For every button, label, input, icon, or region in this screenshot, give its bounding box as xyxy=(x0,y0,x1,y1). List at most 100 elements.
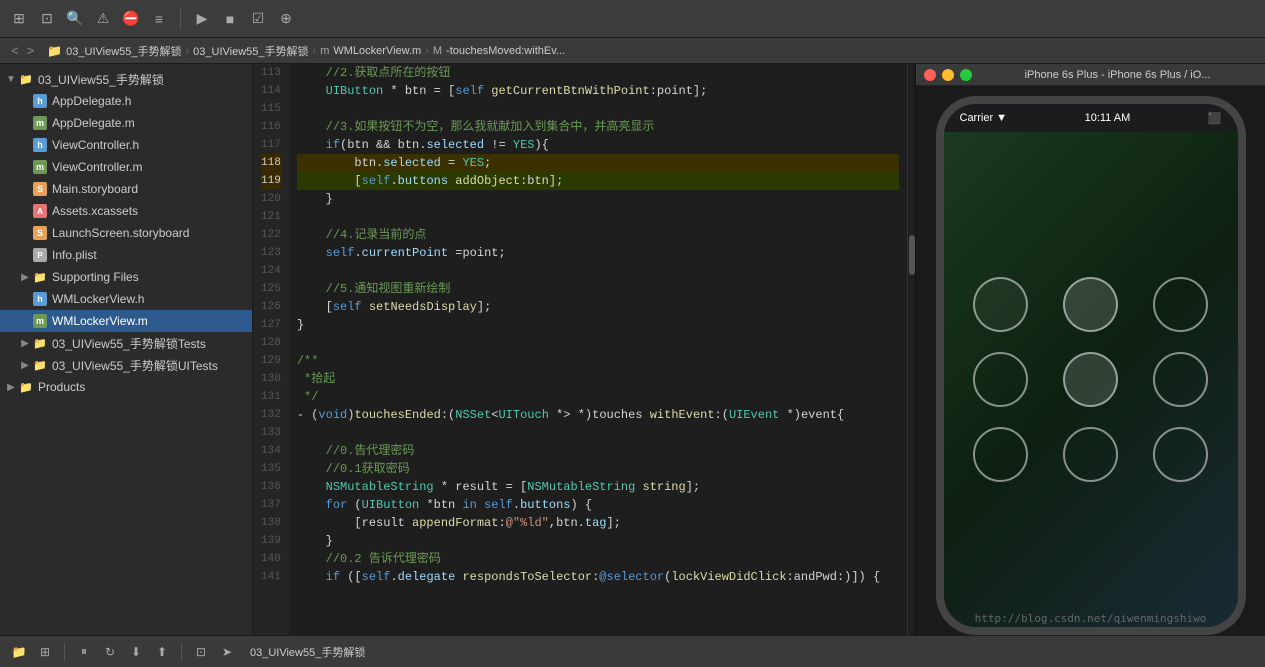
sidebar-item-appdelegate-m[interactable]: m AppDelegate.m xyxy=(0,112,252,134)
sidebar-label-wmlocker-h: WMLockerView.h xyxy=(52,292,144,306)
sidebar-item-label-root: 03_UIView55_手势解锁 xyxy=(38,71,164,88)
run-icon[interactable]: ▶ xyxy=(191,8,213,30)
list-icon[interactable]: ≡ xyxy=(148,8,170,30)
ln-136: 136 xyxy=(261,478,281,496)
sidebar-item-main-storyboard[interactable]: S Main.storyboard xyxy=(0,178,252,200)
sidebar-item-uitests[interactable]: ▶ 📁 03_UIView55_手势解锁UITests xyxy=(0,354,252,376)
folder-icon-products: 📁 xyxy=(18,380,34,394)
sidebar-item-wmlocker-h[interactable]: h WMLockerView.h xyxy=(0,288,252,310)
lock-circle-1-1[interactable] xyxy=(973,277,1028,332)
sidebar-label-products: Products xyxy=(38,380,85,394)
bottom-up-icon[interactable]: ⬆ xyxy=(151,641,173,663)
bottom-split-icon[interactable]: ⊡ xyxy=(190,641,212,663)
bottom-pause-icon[interactable]: ⏸ xyxy=(73,641,95,663)
breadcrumb-item-3[interactable]: -touchesMoved:withEv... xyxy=(446,45,565,57)
code-lines[interactable]: //2.获取点所在的按钮 UIButton * btn = [self getC… xyxy=(289,64,907,635)
m-icon-wmlocker: m xyxy=(32,314,48,328)
sidebar-item-info-plist[interactable]: P Info.plist xyxy=(0,244,252,266)
xcassets-icon: A xyxy=(32,204,48,218)
lock-circle-3-3[interactable] xyxy=(1153,427,1208,482)
bottom-step-icon[interactable]: ↻ xyxy=(99,641,121,663)
bottom-filter-icon[interactable]: ⊞ xyxy=(34,641,56,663)
editor-scrollbar[interactable] xyxy=(907,64,915,635)
lock-circle-2-1[interactable] xyxy=(973,352,1028,407)
breadcrumb-item-0[interactable]: 03_UIView55_手势解锁 xyxy=(66,43,181,59)
code-line-134: //0.告代理密码 xyxy=(297,442,899,460)
bottom-sep-2 xyxy=(181,643,182,661)
ln-114: 114 xyxy=(261,82,281,100)
m-icon-vc: m xyxy=(32,160,48,174)
sidebar-item-root[interactable]: ▼ 📁 03_UIView55_手势解锁 xyxy=(0,68,252,90)
code-line-114: UIButton * btn = [self getCurrentBtnWith… xyxy=(297,82,899,100)
scheme-icon[interactable]: ⊡ xyxy=(36,8,58,30)
ln-137: 137 xyxy=(261,496,281,514)
phone-screen[interactable] xyxy=(944,132,1238,627)
code-line-122: //4.记录当前的点 xyxy=(297,226,899,244)
lock-circle-1-3[interactable] xyxy=(1153,277,1208,332)
toggle-tests[interactable]: ▶ xyxy=(18,336,32,350)
ln-125: 125 xyxy=(261,280,281,298)
breadcrumb-back[interactable]: < xyxy=(8,43,22,58)
ln-131: 131 xyxy=(261,388,281,406)
new-window-icon[interactable]: ⊞ xyxy=(8,8,30,30)
lock-circle-2-3[interactable] xyxy=(1153,352,1208,407)
warning-icon[interactable]: ⚠ xyxy=(92,8,114,30)
code-line-118: btn.selected = YES; xyxy=(297,154,899,172)
breadcrumb-forward[interactable]: > xyxy=(24,43,38,58)
lock-circle-2-2[interactable] xyxy=(1063,352,1118,407)
code-line-138: [result appendFormat:@"%ld",btn.tag]; xyxy=(297,514,899,532)
sidebar-item-products[interactable]: ▶ 📁 Products xyxy=(0,376,252,398)
scheme-selector[interactable]: ☑ xyxy=(247,8,269,30)
code-line-121 xyxy=(297,208,899,226)
lock-circle-3-1[interactable] xyxy=(973,427,1028,482)
breadcrumb-item-2[interactable]: WMLockerView.m xyxy=(333,45,421,57)
bottom-nav-icon[interactable]: ➤ xyxy=(216,641,238,663)
breadcrumb-sep-1: › xyxy=(313,45,317,57)
toggle-uitests[interactable]: ▶ xyxy=(18,358,32,372)
sidebar-item-wmlocker-m[interactable]: m WMLockerView.m xyxy=(0,310,252,332)
breadcrumb-sep-2: › xyxy=(425,45,429,57)
code-line-132: - (void)touchesEnded:(NSSet<UITouch *> *… xyxy=(297,406,899,424)
sidebar-item-appdelegate-h[interactable]: h AppDelegate.h xyxy=(0,90,252,112)
sidebar-label-viewcontroller-h: ViewController.h xyxy=(52,138,139,152)
code-line-129: /** xyxy=(297,352,899,370)
toggle-root[interactable]: ▼ xyxy=(4,72,18,86)
sim-maximize-btn[interactable] xyxy=(960,69,972,81)
sim-close-btn[interactable] xyxy=(924,69,936,81)
m-icon-appdelegate: m xyxy=(32,116,48,130)
ln-121: 121 xyxy=(261,208,281,226)
ln-128: 128 xyxy=(261,334,281,352)
stop-icon[interactable]: ■ xyxy=(219,8,241,30)
error-icon[interactable]: ⛔ xyxy=(120,8,142,30)
sidebar-item-supporting-files[interactable]: ▶ 📁 Supporting Files xyxy=(0,266,252,288)
sidebar-item-assets[interactable]: A Assets.xcassets xyxy=(0,200,252,222)
folder-icon-uitests: 📁 xyxy=(32,358,48,372)
bottom-toolbar: 📁 ⊞ ⏸ ↻ ⬇ ⬆ ⊡ ➤ 03_UIView55_手势解锁 xyxy=(0,635,1265,667)
ln-124: 124 xyxy=(261,262,281,280)
sidebar-label-wmlocker-m: WMLockerView.m xyxy=(52,314,148,328)
breadcrumb-nav[interactable]: < > xyxy=(8,43,37,58)
code-line-141: if ([self.delegate respondsToSelector:@s… xyxy=(297,568,899,586)
sidebar-label-supporting-files: Supporting Files xyxy=(52,270,139,284)
sidebar-item-viewcontroller-h[interactable]: h ViewController.h xyxy=(0,134,252,156)
search-icon[interactable]: 🔍 xyxy=(64,8,86,30)
code-container: 113 114 115 116 117 118 119 120 121 122 … xyxy=(253,64,915,635)
bottom-folder-icon[interactable]: 📁 xyxy=(8,641,30,663)
code-line-120: } xyxy=(297,190,899,208)
toggle-supporting[interactable]: ▶ xyxy=(18,270,32,284)
sidebar-item-tests[interactable]: ▶ 📁 03_UIView55_手势解锁Tests xyxy=(0,332,252,354)
breadcrumb-item-1[interactable]: 03_UIView55_手势解锁 xyxy=(193,43,308,59)
ln-118: 118 xyxy=(261,154,281,172)
bottom-down-icon[interactable]: ⬇ xyxy=(125,641,147,663)
phone-frame: Carrier ▼ 10:11 AM ⬛ xyxy=(936,96,1246,635)
sidebar-label-uitests: 03_UIView55_手势解锁UITests xyxy=(52,357,218,374)
build-icon[interactable]: ⊕ xyxy=(275,8,297,30)
sim-minimize-btn[interactable] xyxy=(942,69,954,81)
lock-circle-3-2[interactable] xyxy=(1063,427,1118,482)
lock-circle-1-2[interactable] xyxy=(1063,277,1118,332)
breadcrumb-sep-0: › xyxy=(186,45,190,57)
sidebar-item-viewcontroller-m[interactable]: m ViewController.m xyxy=(0,156,252,178)
toggle-products[interactable]: ▶ xyxy=(4,380,18,394)
ln-119: 119 xyxy=(261,172,281,190)
sidebar-item-launchscreen[interactable]: S LaunchScreen.storyboard xyxy=(0,222,252,244)
